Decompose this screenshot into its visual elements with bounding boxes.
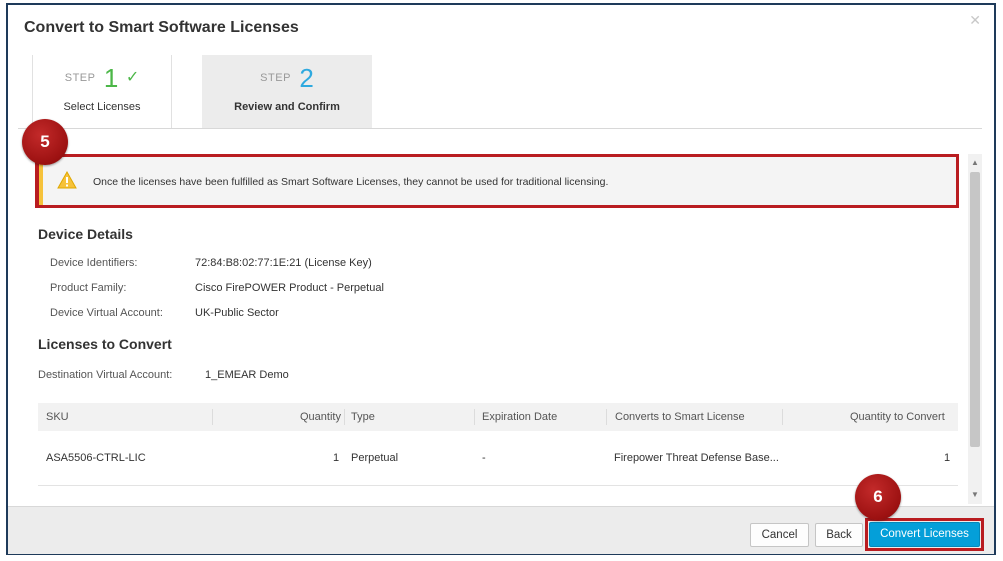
column-divider	[782, 409, 783, 425]
device-identifiers-value: 72:84:B8:02:77:1E:21 (License Key)	[195, 257, 372, 269]
vertical-scrollbar[interactable]: ▲ ▼	[968, 154, 982, 504]
product-family-label: Product Family:	[50, 282, 127, 294]
licenses-to-convert-title: Licenses to Convert	[38, 336, 172, 352]
device-virtual-account-value: UK-Public Sector	[195, 307, 279, 319]
step-label: Review and Confirm	[234, 101, 340, 113]
column-header-sku[interactable]: SKU	[46, 403, 69, 431]
cell-sku: ASA5506-CTRL-LIC	[46, 452, 146, 464]
cell-quantity-to-convert: 1	[944, 452, 951, 464]
column-header-expiration[interactable]: Expiration Date	[482, 403, 557, 431]
back-button[interactable]: Back	[815, 523, 863, 547]
scroll-thumb[interactable]	[970, 172, 980, 447]
step-number: 2	[299, 63, 314, 93]
step-word: STEP	[64, 72, 96, 84]
dialog-title: Convert to Smart Software Licenses	[24, 19, 299, 36]
step-label: Select Licenses	[63, 101, 141, 113]
step-word: STEP	[260, 72, 291, 84]
cell-converts-to: Firepower Threat Defense Base...	[614, 452, 779, 464]
column-header-type[interactable]: Type	[351, 403, 375, 431]
cell-quantity: 1	[333, 452, 340, 464]
callout-badge: 6	[855, 474, 901, 520]
column-divider	[344, 409, 345, 425]
destination-account-label: Destination Virtual Account:	[38, 369, 173, 381]
cancel-button[interactable]: Cancel	[750, 523, 809, 547]
device-details-title: Device Details	[38, 226, 133, 242]
close-icon[interactable]: ✕	[969, 12, 981, 29]
step-number: 1	[103, 63, 119, 93]
scroll-down-icon[interactable]: ▼	[971, 490, 979, 499]
callout-badge: 5	[22, 119, 68, 165]
warning-alert: Once the licenses have been fulfilled as…	[35, 154, 959, 208]
device-identifiers-label: Device Identifiers:	[50, 257, 138, 269]
cell-type: Perpetual	[351, 452, 399, 464]
product-family-value: Cisco FirePOWER Product - Perpetual	[195, 282, 384, 294]
column-divider	[474, 409, 475, 425]
convert-licenses-button[interactable]: Convert Licenses	[869, 522, 980, 547]
column-header-converts-to[interactable]: Converts to Smart License	[615, 403, 745, 431]
license-table-header: SKU Quantity Type Expiration Date Conver…	[38, 403, 958, 431]
column-header-quantity-to-convert[interactable]: Quantity to Convert	[850, 403, 945, 431]
alert-text: Once the licenses have been fulfilled as…	[93, 176, 609, 188]
column-header-quantity[interactable]: Quantity	[300, 403, 341, 431]
checkmark-icon: ✓	[125, 69, 140, 86]
scroll-up-icon[interactable]: ▲	[971, 158, 979, 167]
wizard-step-select-licenses[interactable]: STEP 1 ✓ Select Licenses	[32, 55, 172, 128]
device-virtual-account-label: Device Virtual Account:	[50, 307, 163, 319]
destination-account-value: 1_EMEAR Demo	[205, 369, 289, 381]
wizard-step-review-confirm[interactable]: STEP 2 Review and Confirm	[202, 55, 372, 128]
cell-expiration: -	[482, 452, 486, 464]
wizard-divider	[18, 128, 982, 129]
column-divider	[212, 409, 213, 425]
column-divider	[606, 409, 607, 425]
table-row-divider	[38, 485, 958, 486]
warning-icon	[57, 171, 77, 189]
